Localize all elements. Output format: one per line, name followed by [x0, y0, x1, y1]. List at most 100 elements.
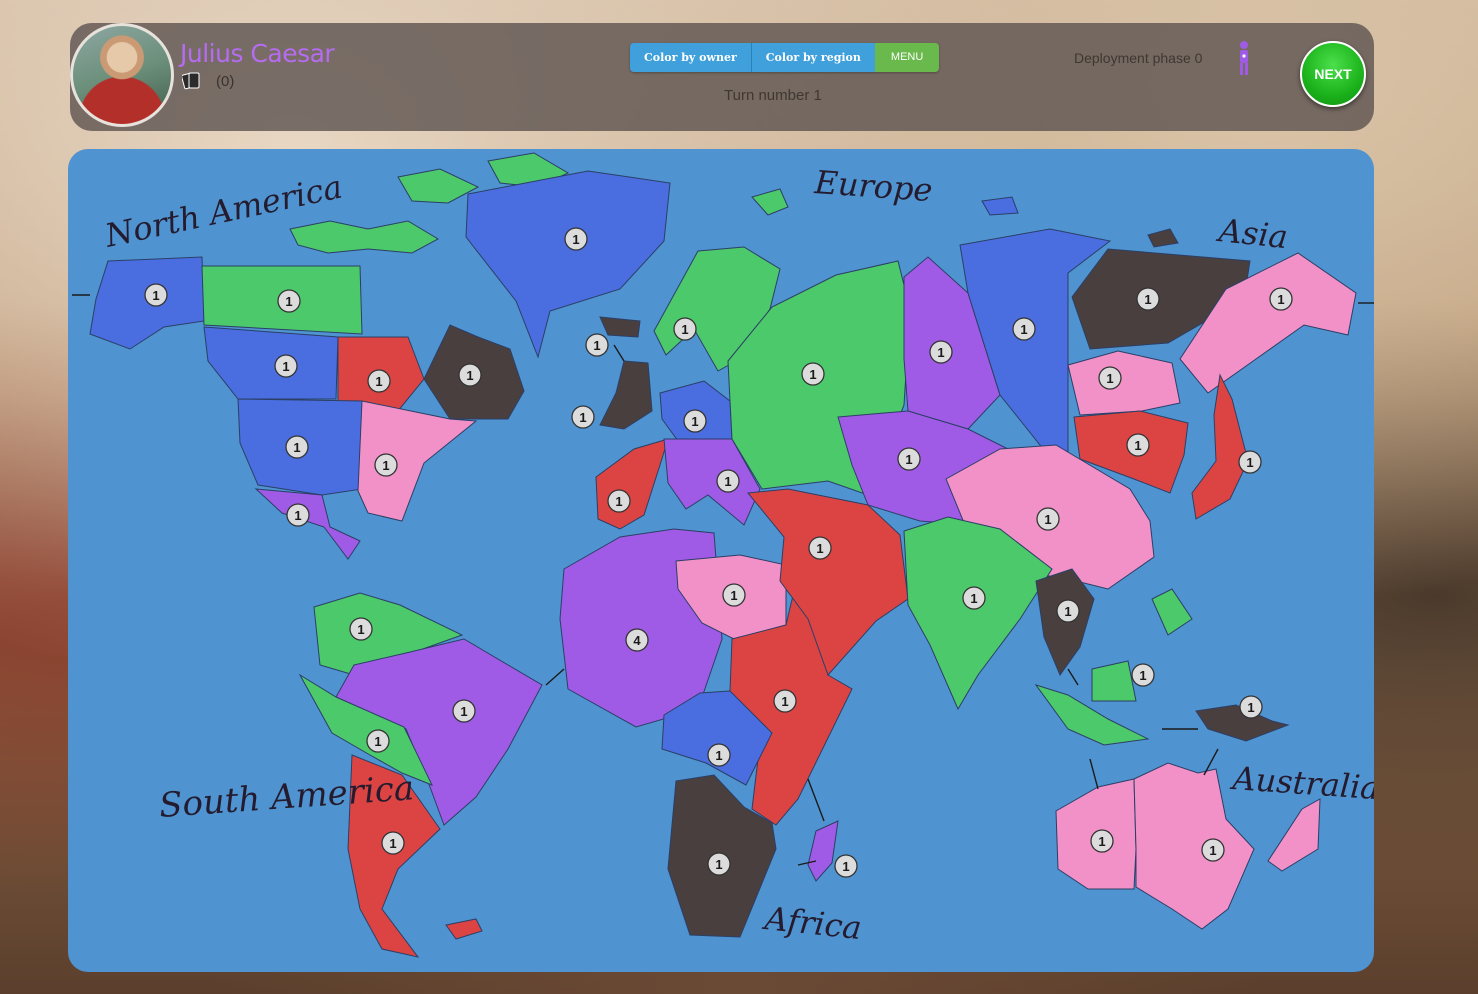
color-by-owner-button[interactable]: Color by owner [630, 43, 752, 72]
territory-irkutsk[interactable] [1067, 350, 1181, 416]
army-token-south-africa[interactable]: 1 [707, 852, 731, 876]
connector-line-3 [545, 668, 565, 686]
army-count: 1 [374, 734, 381, 749]
army-token-eastern-us[interactable]: 1 [374, 453, 398, 477]
world-map: North America Europe Asia South America Afri… [68, 149, 1374, 972]
army-token-new-guinea[interactable]: 1 [1239, 695, 1263, 719]
army-count: 1 [389, 836, 396, 851]
army-token-scandinavia[interactable]: 1 [673, 317, 697, 341]
army-token-northern-europe[interactable]: 1 [683, 409, 707, 433]
army-token-china[interactable]: 1 [1036, 507, 1060, 531]
territory-madagascar[interactable] [807, 820, 839, 882]
army-token-ural[interactable]: 1 [929, 340, 953, 364]
army-count: 1 [970, 591, 977, 606]
map-svg: North America EuropeAsiaSouth AmericaAfri… [72, 152, 1374, 958]
phase-status: Deployment phase 0 [1074, 50, 1202, 66]
island-0 [289, 220, 440, 254]
player-avatar [70, 23, 174, 127]
army-token-alberta[interactable]: 1 [274, 354, 298, 378]
army-token-yakutsk[interactable]: 1 [1136, 287, 1160, 311]
army-count: 1 [1209, 843, 1216, 858]
army-token-middle-east[interactable]: 1 [808, 536, 832, 560]
army-token-mongolia[interactable]: 1 [1126, 433, 1150, 457]
army-token-east-africa[interactable]: 1 [773, 689, 797, 713]
army-count: 1 [1020, 322, 1027, 337]
army-token-peru[interactable]: 1 [366, 729, 390, 753]
army-token-madagascar[interactable]: 1 [834, 854, 858, 878]
army-count: 1 [691, 414, 698, 429]
army-count: 4 [633, 633, 641, 648]
territory-indonesia[interactable] [1034, 660, 1150, 746]
army-token-southern-europe[interactable]: 1 [716, 469, 740, 493]
army-count: 1 [1139, 668, 1146, 683]
army-count: 1 [1044, 512, 1051, 527]
army-token-india[interactable]: 1 [962, 586, 986, 610]
territory-iceland[interactable] [599, 316, 641, 338]
army-token-siam[interactable]: 1 [1056, 599, 1080, 623]
army-token-ontario[interactable]: 1 [367, 369, 391, 393]
army-token-congo[interactable]: 1 [707, 743, 731, 767]
army-token-western-europe[interactable]: 1 [607, 489, 631, 513]
island-7 [1267, 798, 1321, 872]
island-5 [1147, 228, 1179, 248]
territory-japan[interactable] [1191, 373, 1249, 520]
color-by-region-button[interactable]: Color by region [751, 43, 875, 72]
army-token-western-australia[interactable]: 1 [1090, 829, 1114, 853]
army-count: 1 [809, 367, 816, 382]
turn-value: 1 [813, 87, 822, 104]
army-token-siberia[interactable]: 1 [1012, 317, 1036, 341]
turn-number: Turn number 1 [724, 87, 822, 104]
army-token-brazil[interactable]: 1 [452, 699, 476, 723]
army-count: 1 [593, 338, 600, 353]
territory-western-europe[interactable] [595, 438, 669, 530]
army-token-eastern-australia[interactable]: 1 [1201, 838, 1225, 862]
continent-label-australia: Australia [1228, 759, 1374, 807]
army-count: 1 [1106, 371, 1113, 386]
army-count: 1 [715, 857, 722, 872]
territory-alaska[interactable] [89, 256, 205, 350]
territory-alberta[interactable] [203, 326, 339, 400]
view-toggle: Color by owner Color by region MENU [630, 43, 940, 72]
next-button[interactable]: NEXT [1300, 41, 1366, 107]
army-token-japan[interactable]: 1 [1238, 450, 1262, 474]
army-count: 1 [816, 541, 823, 556]
army-count: 1 [681, 322, 688, 337]
continent-label-africa: Africa [760, 899, 863, 947]
army-count: 1 [1246, 455, 1253, 470]
army-token-north-africa[interactable]: 4 [625, 628, 649, 652]
army-count: 1 [282, 359, 289, 374]
army-token-greenland[interactable]: 1 [564, 227, 588, 251]
army-token-great-britain[interactable]: 1 [571, 405, 595, 429]
army-token-western-us[interactable]: 1 [285, 435, 309, 459]
army-token-quebec[interactable]: 1 [458, 363, 482, 387]
army-token-ukraine[interactable]: 1 [801, 362, 825, 386]
army-count: 1 [357, 622, 364, 637]
connector-line-7 [1089, 758, 1099, 790]
army-token-egypt[interactable]: 1 [722, 583, 746, 607]
army-token-central-america[interactable]: 1 [286, 503, 310, 527]
territory-central-america[interactable] [254, 488, 361, 560]
army-count: 1 [572, 232, 579, 247]
menu-button[interactable]: MENU [874, 43, 940, 72]
island-1 [397, 168, 480, 204]
army-count: 1 [615, 494, 622, 509]
army-token-argentina[interactable]: 1 [381, 831, 405, 855]
army-count: 1 [1247, 700, 1254, 715]
island-4 [981, 196, 1019, 216]
army-token-irkutsk[interactable]: 1 [1098, 366, 1122, 390]
army-token-northwest-territory[interactable]: 1 [277, 289, 301, 313]
player-name: Julius Caesar [180, 39, 335, 68]
army-token-afghanistan[interactable]: 1 [897, 447, 921, 471]
army-token-iceland[interactable]: 1 [585, 333, 609, 357]
army-count: 1 [1098, 834, 1105, 849]
army-token-indonesia[interactable]: 1 [1131, 663, 1155, 687]
cards-icon[interactable] [182, 71, 204, 91]
army-count: 1 [579, 410, 586, 425]
soldier-icon [1240, 41, 1248, 75]
army-token-alaska[interactable]: 1 [144, 283, 168, 307]
territory-great-britain[interactable] [599, 360, 653, 430]
army-count: 1 [375, 374, 382, 389]
army-token-kamchatka[interactable]: 1 [1269, 287, 1293, 311]
army-token-venezuela[interactable]: 1 [349, 617, 373, 641]
army-count: 1 [842, 859, 849, 874]
